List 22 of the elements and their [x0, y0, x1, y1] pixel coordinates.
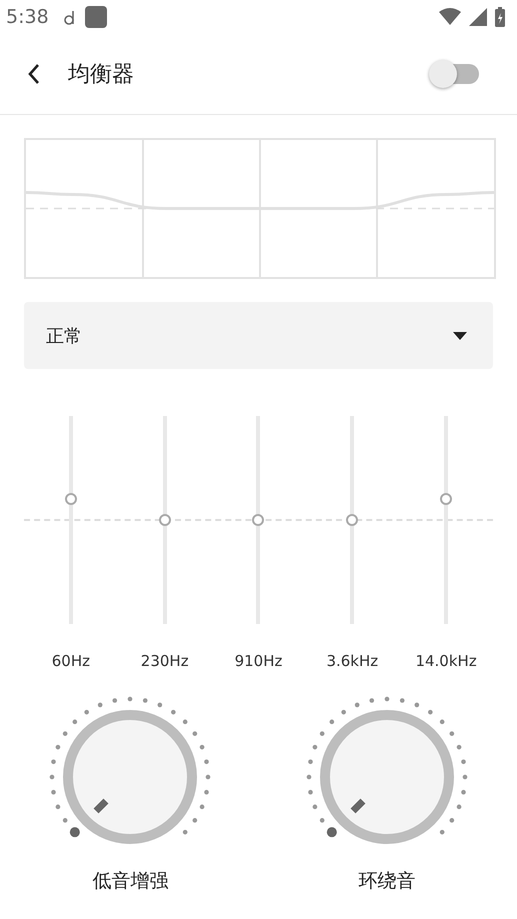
slider-thumb[interactable] [252, 514, 264, 526]
page-title: 均衡器 [68, 61, 134, 89]
knob-label: 低音增强 [92, 869, 168, 894]
back-icon[interactable] [26, 62, 42, 86]
knob-label: 环绕音 [358, 869, 416, 894]
band-label: 14.0kHz [415, 652, 477, 670]
band-label: 230Hz [140, 652, 189, 670]
band-label: 60Hz [52, 652, 90, 670]
signal-icon [469, 8, 487, 26]
battery-icon [495, 7, 505, 27]
wifi-icon [439, 8, 461, 26]
app-square-icon [84, 6, 107, 28]
band-label: 3.6kHz [326, 652, 378, 670]
status-time: 5:38 [6, 6, 49, 28]
slider-thumb[interactable] [158, 514, 171, 526]
notification-icon [62, 8, 77, 26]
band-label: 910Hz [234, 652, 282, 670]
slider-thumb[interactable] [64, 493, 77, 506]
preset-dropdown[interactable]: 正常 [24, 302, 493, 369]
dropdown-caret-icon [453, 332, 467, 340]
slider-thumb[interactable] [346, 514, 358, 526]
slider-thumb[interactable] [440, 493, 452, 506]
